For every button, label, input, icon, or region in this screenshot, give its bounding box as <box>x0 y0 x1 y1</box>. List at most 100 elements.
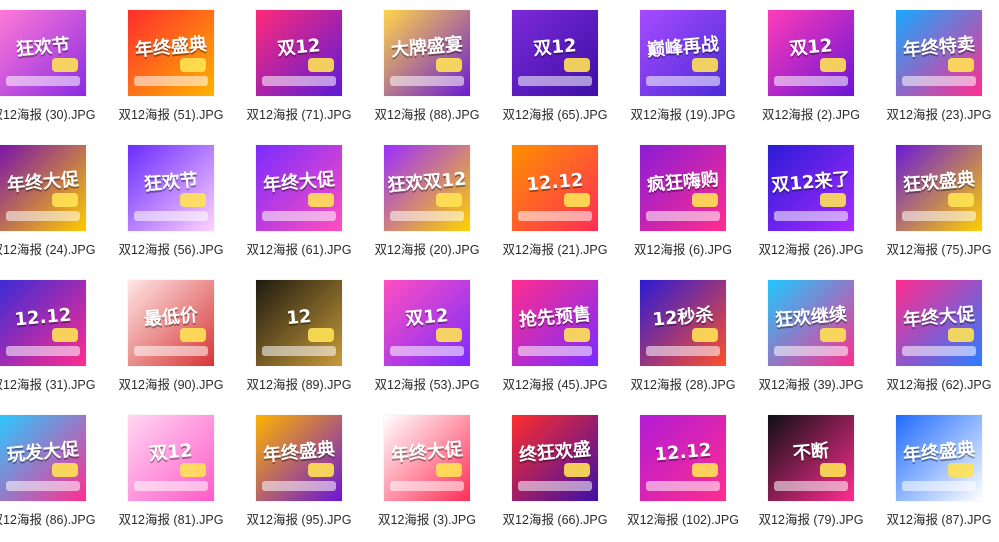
file-item[interactable]: 终狂欢盛双12海报 (66).JPG <box>493 405 617 535</box>
image-thumbnail[interactable]: 不断 <box>768 415 854 501</box>
image-thumbnail[interactable]: 狂欢双12 <box>384 145 470 231</box>
file-item[interactable]: 狂欢节 双12海报 (30).JPG <box>0 0 105 130</box>
file-item[interactable]: 巅峰再战 双12海报 (19).JPG <box>621 0 745 130</box>
image-thumbnail[interactable]: 大牌盛宴 <box>384 10 470 96</box>
image-thumbnail[interactable]: 年终大促 <box>0 145 86 231</box>
file-item[interactable]: 年终盛典 双12海报 (51).JPG <box>109 0 233 130</box>
file-name: 双12海报 (61).JPG <box>246 243 352 257</box>
thumbnail-banner <box>774 481 848 491</box>
image-thumbnail[interactable]: 年终大促 <box>896 280 982 366</box>
file-name: 双12海报 (23).JPG <box>886 108 992 122</box>
image-thumbnail[interactable]: 12秒杀 <box>640 280 726 366</box>
file-item[interactable]: 12秒杀 双12海报 (28).JPG <box>621 270 745 400</box>
file-item[interactable]: 最低价双12海报 (90).JPG <box>109 270 233 400</box>
image-thumbnail[interactable]: 狂欢继续 <box>768 280 854 366</box>
file-item[interactable]: 双12来了 双12海报 (26).JPG <box>749 135 873 265</box>
file-name: 双12海报 (20).JPG <box>374 243 480 257</box>
image-thumbnail[interactable]: 12.12 <box>640 415 726 501</box>
file-item[interactable]: 双12 双12海报 (2).JPG <box>749 0 873 130</box>
image-thumbnail[interactable]: 狂欢节 <box>128 145 214 231</box>
thumbnail-badge <box>436 328 462 342</box>
file-name: 双12海报 (65).JPG <box>502 108 608 122</box>
file-item[interactable]: 12 双12海报 (89).JPG <box>237 270 361 400</box>
file-item[interactable]: 12.12 双12海报 (102).JPG <box>621 405 745 535</box>
image-thumbnail[interactable]: 狂欢盛典 <box>896 145 982 231</box>
image-thumbnail[interactable]: 双12 <box>512 10 598 96</box>
thumbnail-banner <box>6 211 80 221</box>
file-item[interactable]: 年终大促双12海报 (61).JPG <box>237 135 361 265</box>
file-item[interactable]: 年终盛典 双12海报 (87).JPG <box>877 405 999 535</box>
file-item[interactable]: 年终大促 双12海报 (3).JPG <box>365 405 489 535</box>
image-thumbnail[interactable]: 双12 <box>768 10 854 96</box>
image-thumbnail[interactable]: 12.12 <box>0 280 86 366</box>
thumbnail-badge <box>564 193 590 207</box>
file-item[interactable]: 狂欢盛典双12海报 (75).JPG <box>877 135 999 265</box>
image-thumbnail[interactable]: 双12 <box>256 10 342 96</box>
file-item[interactable]: 不断双12海报 (79).JPG <box>749 405 873 535</box>
file-item[interactable]: 狂欢双12 双12海报 (20).JPG <box>365 135 489 265</box>
file-item[interactable]: 双12 双12海报 (81).JPG <box>109 405 233 535</box>
file-item[interactable]: 玩发大促 双12海报 (86).JPG <box>0 405 105 535</box>
file-name: 双12海报 (21).JPG <box>502 243 608 257</box>
file-item[interactable]: 狂欢继续 双12海报 (39).JPG <box>749 270 873 400</box>
image-thumbnail[interactable]: 年终盛典 <box>256 415 342 501</box>
file-name: 双12海报 (62).JPG <box>886 378 992 392</box>
file-item[interactable]: 双12 双12海报 (71).JPG <box>237 0 361 130</box>
image-thumbnail[interactable]: 双12 <box>384 280 470 366</box>
thumbnail-banner <box>518 346 592 356</box>
thumbnail-badge <box>564 58 590 72</box>
thumbnail-badge <box>692 193 718 207</box>
image-thumbnail[interactable]: 抢先预售 <box>512 280 598 366</box>
file-name: 双12海报 (71).JPG <box>246 108 352 122</box>
thumbnail-badge <box>52 58 78 72</box>
image-thumbnail[interactable]: 狂欢节 <box>0 10 86 96</box>
image-thumbnail[interactable]: 终狂欢盛 <box>512 415 598 501</box>
thumbnail-badge <box>820 328 846 342</box>
file-item[interactable]: 双12 双12海报 (53).JPG <box>365 270 489 400</box>
file-item[interactable]: 年终大促双12海报 (62).JPG <box>877 270 999 400</box>
image-thumbnail[interactable]: 玩发大促 <box>0 415 86 501</box>
thumbnail-badge <box>308 463 334 477</box>
file-name: 双12海报 (24).JPG <box>0 243 96 257</box>
file-name: 双12海报 (75).JPG <box>886 243 992 257</box>
image-thumbnail[interactable]: 年终盛典 <box>128 10 214 96</box>
file-name: 双12海报 (90).JPG <box>118 378 224 392</box>
thumbnail-badge <box>180 463 206 477</box>
file-item[interactable]: 12.12 双12海报 (21).JPG <box>493 135 617 265</box>
thumbnail-badge <box>308 328 334 342</box>
file-name: 双12海报 (66).JPG <box>502 513 608 527</box>
thumbnail-badge <box>52 463 78 477</box>
file-item[interactable]: 大牌盛宴双12海报 (88).JPG <box>365 0 489 130</box>
file-name: 双12海报 (88).JPG <box>374 108 480 122</box>
thumbnail-banner <box>262 346 336 356</box>
image-thumbnail[interactable]: 年终特卖 <box>896 10 982 96</box>
file-grid: 狂欢节 双12海报 (30).JPG 年终盛典 双12海报 (51).JPG 双12 双1… <box>0 0 999 542</box>
image-thumbnail[interactable]: 疯狂嗨购 <box>640 145 726 231</box>
image-thumbnail[interactable]: 年终大促 <box>256 145 342 231</box>
thumbnail-banner <box>390 76 464 86</box>
image-thumbnail[interactable]: 双12 <box>128 415 214 501</box>
file-item[interactable]: 抢先预售 双12海报 (45).JPG <box>493 270 617 400</box>
file-name: 双12海报 (79).JPG <box>758 513 864 527</box>
image-thumbnail[interactable]: 双12来了 <box>768 145 854 231</box>
file-item[interactable]: 狂欢节 双12海报 (56).JPG <box>109 135 233 265</box>
file-item[interactable]: 年终大促双12海报 (24).JPG <box>0 135 105 265</box>
file-name: 双12海报 (95).JPG <box>246 513 352 527</box>
image-thumbnail[interactable]: 巅峰再战 <box>640 10 726 96</box>
file-name: 双12海报 (6).JPG <box>634 243 732 257</box>
file-item[interactable]: 12.12 双12海报 (31).JPG <box>0 270 105 400</box>
file-item[interactable]: 年终盛典双12海报 (95).JPG <box>237 405 361 535</box>
image-thumbnail[interactable]: 12.12 <box>512 145 598 231</box>
file-item[interactable]: 双12 双12海报 (65).JPG <box>493 0 617 130</box>
image-thumbnail[interactable]: 年终盛典 <box>896 415 982 501</box>
image-thumbnail[interactable]: 12 <box>256 280 342 366</box>
thumbnail-badge <box>692 58 718 72</box>
file-item[interactable]: 年终特卖双12海报 (23).JPG <box>877 0 999 130</box>
image-thumbnail[interactable]: 最低价 <box>128 280 214 366</box>
thumbnail-banner <box>134 76 208 86</box>
thumbnail-badge <box>948 58 974 72</box>
thumbnail-banner <box>6 481 80 491</box>
thumbnail-banner <box>134 481 208 491</box>
file-item[interactable]: 疯狂嗨购双12海报 (6).JPG <box>621 135 745 265</box>
image-thumbnail[interactable]: 年终大促 <box>384 415 470 501</box>
